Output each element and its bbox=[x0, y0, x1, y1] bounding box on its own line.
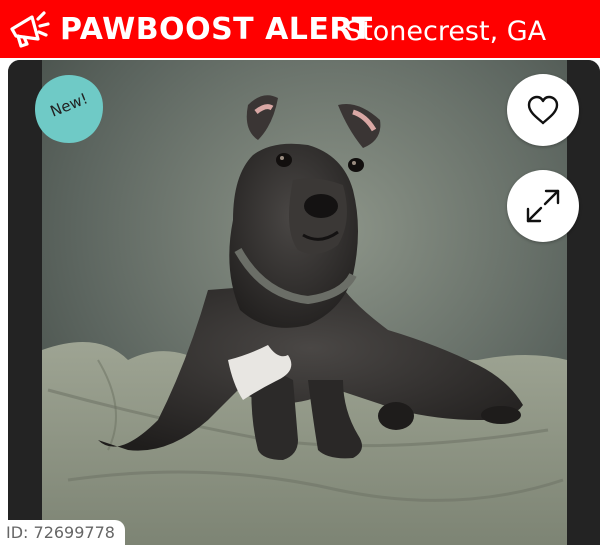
alert-header: PAWBOOST ALERT Stonecrest, GA bbox=[0, 0, 600, 58]
heart-icon bbox=[527, 95, 559, 125]
megaphone-icon bbox=[10, 11, 50, 48]
brand-title: PAWBOOST ALERT bbox=[60, 12, 373, 47]
expand-icon bbox=[526, 189, 560, 223]
expand-photo-button[interactable] bbox=[507, 170, 579, 242]
alert-location: Stonecrest, GA bbox=[345, 16, 547, 47]
favorite-button[interactable] bbox=[507, 74, 579, 146]
listing-id: ID: 72699778 bbox=[0, 520, 125, 545]
